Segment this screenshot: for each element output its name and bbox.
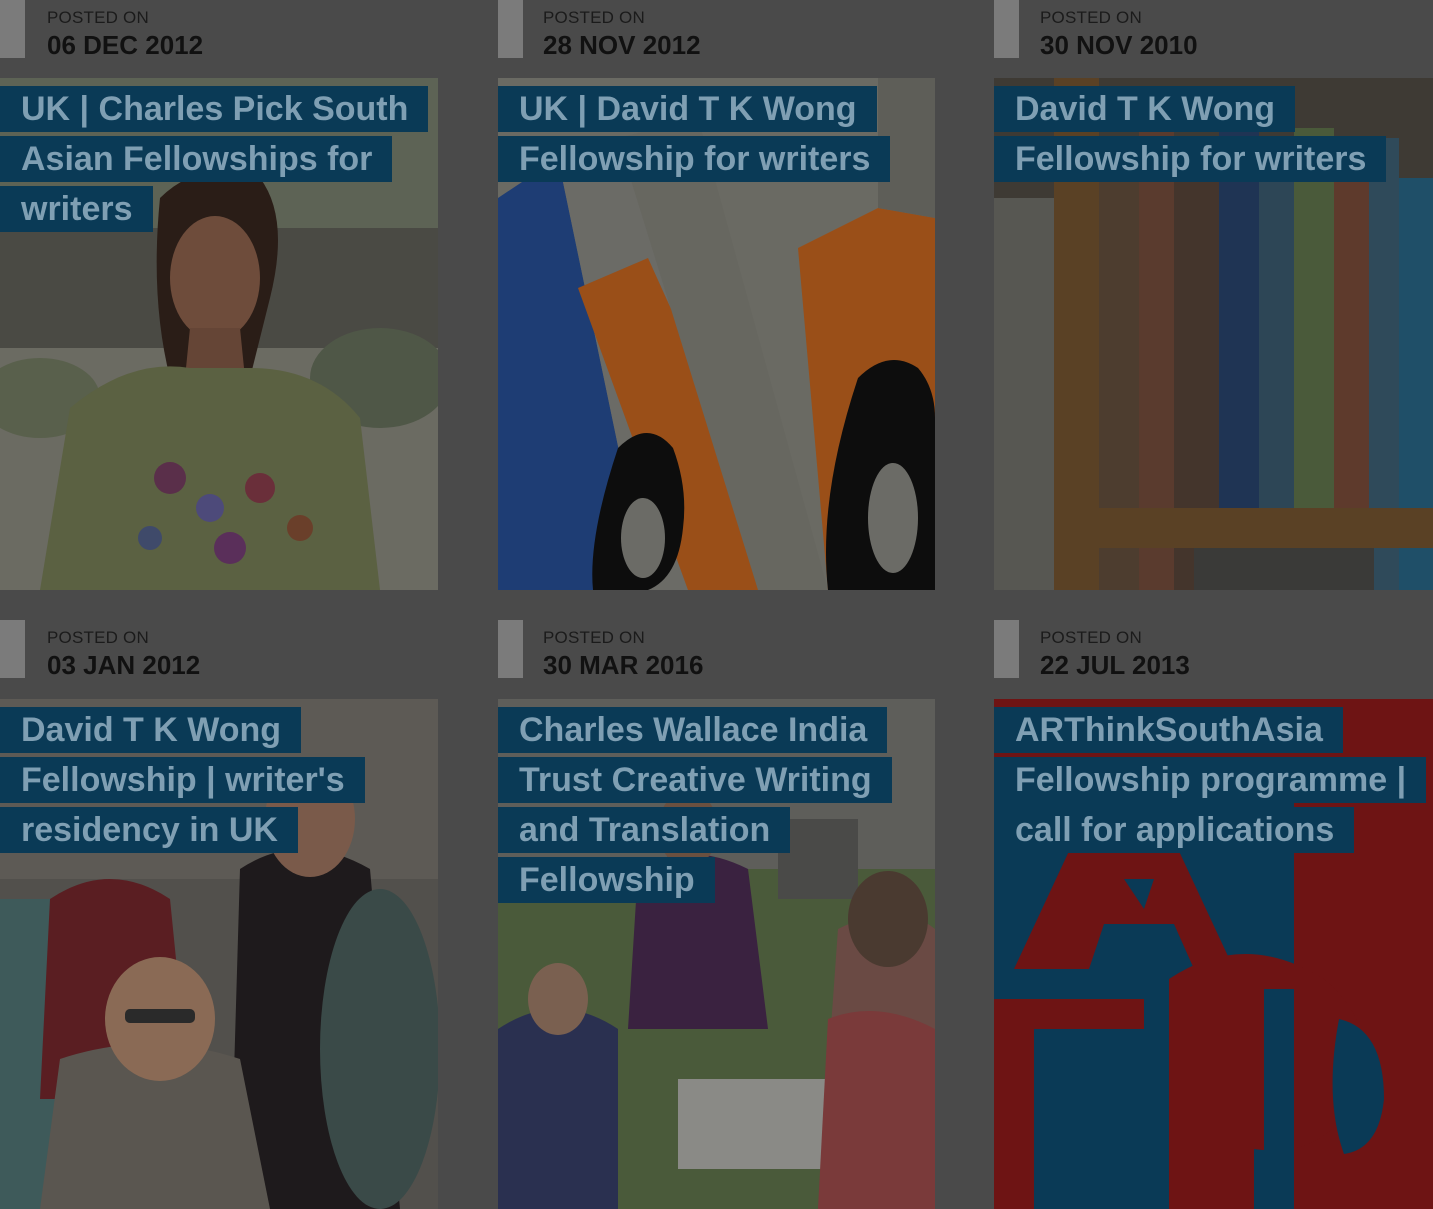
post-thumbnail[interactable]: Charles Wallace India Trust Creative Wri…	[498, 699, 935, 1209]
meta-accent-bar	[498, 0, 523, 58]
post-meta: POSTED ON 30 MAR 2016	[498, 620, 935, 699]
post-card[interactable]: POSTED ON 06 DEC 2012 UK | Charles Pick …	[0, 0, 438, 590]
posted-on-label: POSTED ON	[543, 8, 645, 27]
post-card[interactable]: POSTED ON 03 JAN 2012 David T K Wong Fel…	[0, 620, 438, 1209]
post-title-overlay[interactable]: ARThinkSouthAsia Fellowship programme | …	[994, 705, 1433, 855]
post-title[interactable]: David T K Wong Fellowship for writers	[994, 86, 1387, 182]
post-thumbnail[interactable]: ARThinkSouthAsia Fellowship programme | …	[994, 699, 1433, 1209]
post-card[interactable]: POSTED ON 22 JUL 2013 ARThinkSouthAsia F…	[994, 620, 1433, 1209]
post-card[interactable]: POSTED ON 30 MAR 2016 Charles Wallace In…	[498, 620, 935, 1209]
posts-grid: POSTED ON 06 DEC 2012 UK | Charles Pick …	[0, 0, 1433, 1209]
meta-accent-bar	[498, 620, 523, 678]
post-date: 30 MAR 2016	[543, 650, 704, 680]
post-meta: POSTED ON 06 DEC 2012	[0, 0, 438, 78]
post-date: 22 JUL 2013	[1040, 650, 1190, 680]
meta-accent-bar	[0, 620, 25, 678]
posted-on-label: POSTED ON	[47, 628, 149, 647]
post-date: 03 JAN 2012	[47, 650, 201, 680]
post-thumbnail[interactable]: David T K Wong Fellowship | writer's res…	[0, 699, 438, 1209]
post-date: 30 NOV 2010	[1040, 30, 1198, 60]
post-title-overlay[interactable]: David T K Wong Fellowship | writer's res…	[0, 705, 438, 855]
posted-on-label: POSTED ON	[1040, 8, 1142, 27]
post-thumbnail[interactable]: David T K Wong Fellowship for writers	[994, 78, 1433, 590]
post-title[interactable]: David T K Wong Fellowship | writer's res…	[0, 707, 365, 853]
posted-on-label: POSTED ON	[47, 8, 149, 27]
meta-accent-bar	[994, 620, 1019, 678]
post-meta: POSTED ON 28 NOV 2012	[498, 0, 935, 78]
post-card[interactable]: POSTED ON 30 NOV 2010 David T K Wong Fel…	[994, 0, 1433, 590]
post-title[interactable]: UK | Charles Pick South Asian Fellowship…	[0, 86, 429, 232]
post-title-overlay[interactable]: Charles Wallace India Trust Creative Wri…	[498, 705, 935, 905]
post-date: 28 NOV 2012	[543, 30, 701, 60]
post-title-overlay[interactable]: UK | David T K Wong Fellowship for write…	[498, 84, 935, 184]
meta-accent-bar	[0, 0, 25, 58]
post-date: 06 DEC 2012	[47, 30, 204, 60]
post-meta: POSTED ON 03 JAN 2012	[0, 620, 438, 699]
posted-on-label: POSTED ON	[543, 628, 645, 647]
post-title[interactable]: UK | David T K Wong Fellowship for write…	[498, 86, 891, 182]
post-title[interactable]: Charles Wallace India Trust Creative Wri…	[498, 707, 892, 903]
post-card[interactable]: POSTED ON 28 NOV 2012 UK | David T K Won…	[498, 0, 935, 590]
post-title[interactable]: ARThinkSouthAsia Fellowship programme | …	[994, 707, 1427, 853]
posted-on-label: POSTED ON	[1040, 628, 1142, 647]
post-title-overlay[interactable]: UK | Charles Pick South Asian Fellowship…	[0, 84, 438, 234]
post-thumbnail[interactable]: UK | Charles Pick South Asian Fellowship…	[0, 78, 438, 590]
post-meta: POSTED ON 22 JUL 2013	[994, 620, 1433, 699]
meta-accent-bar	[994, 0, 1019, 58]
post-thumbnail[interactable]: UK | David T K Wong Fellowship for write…	[498, 78, 935, 590]
post-title-overlay[interactable]: David T K Wong Fellowship for writers	[994, 84, 1433, 184]
post-meta: POSTED ON 30 NOV 2010	[994, 0, 1433, 78]
